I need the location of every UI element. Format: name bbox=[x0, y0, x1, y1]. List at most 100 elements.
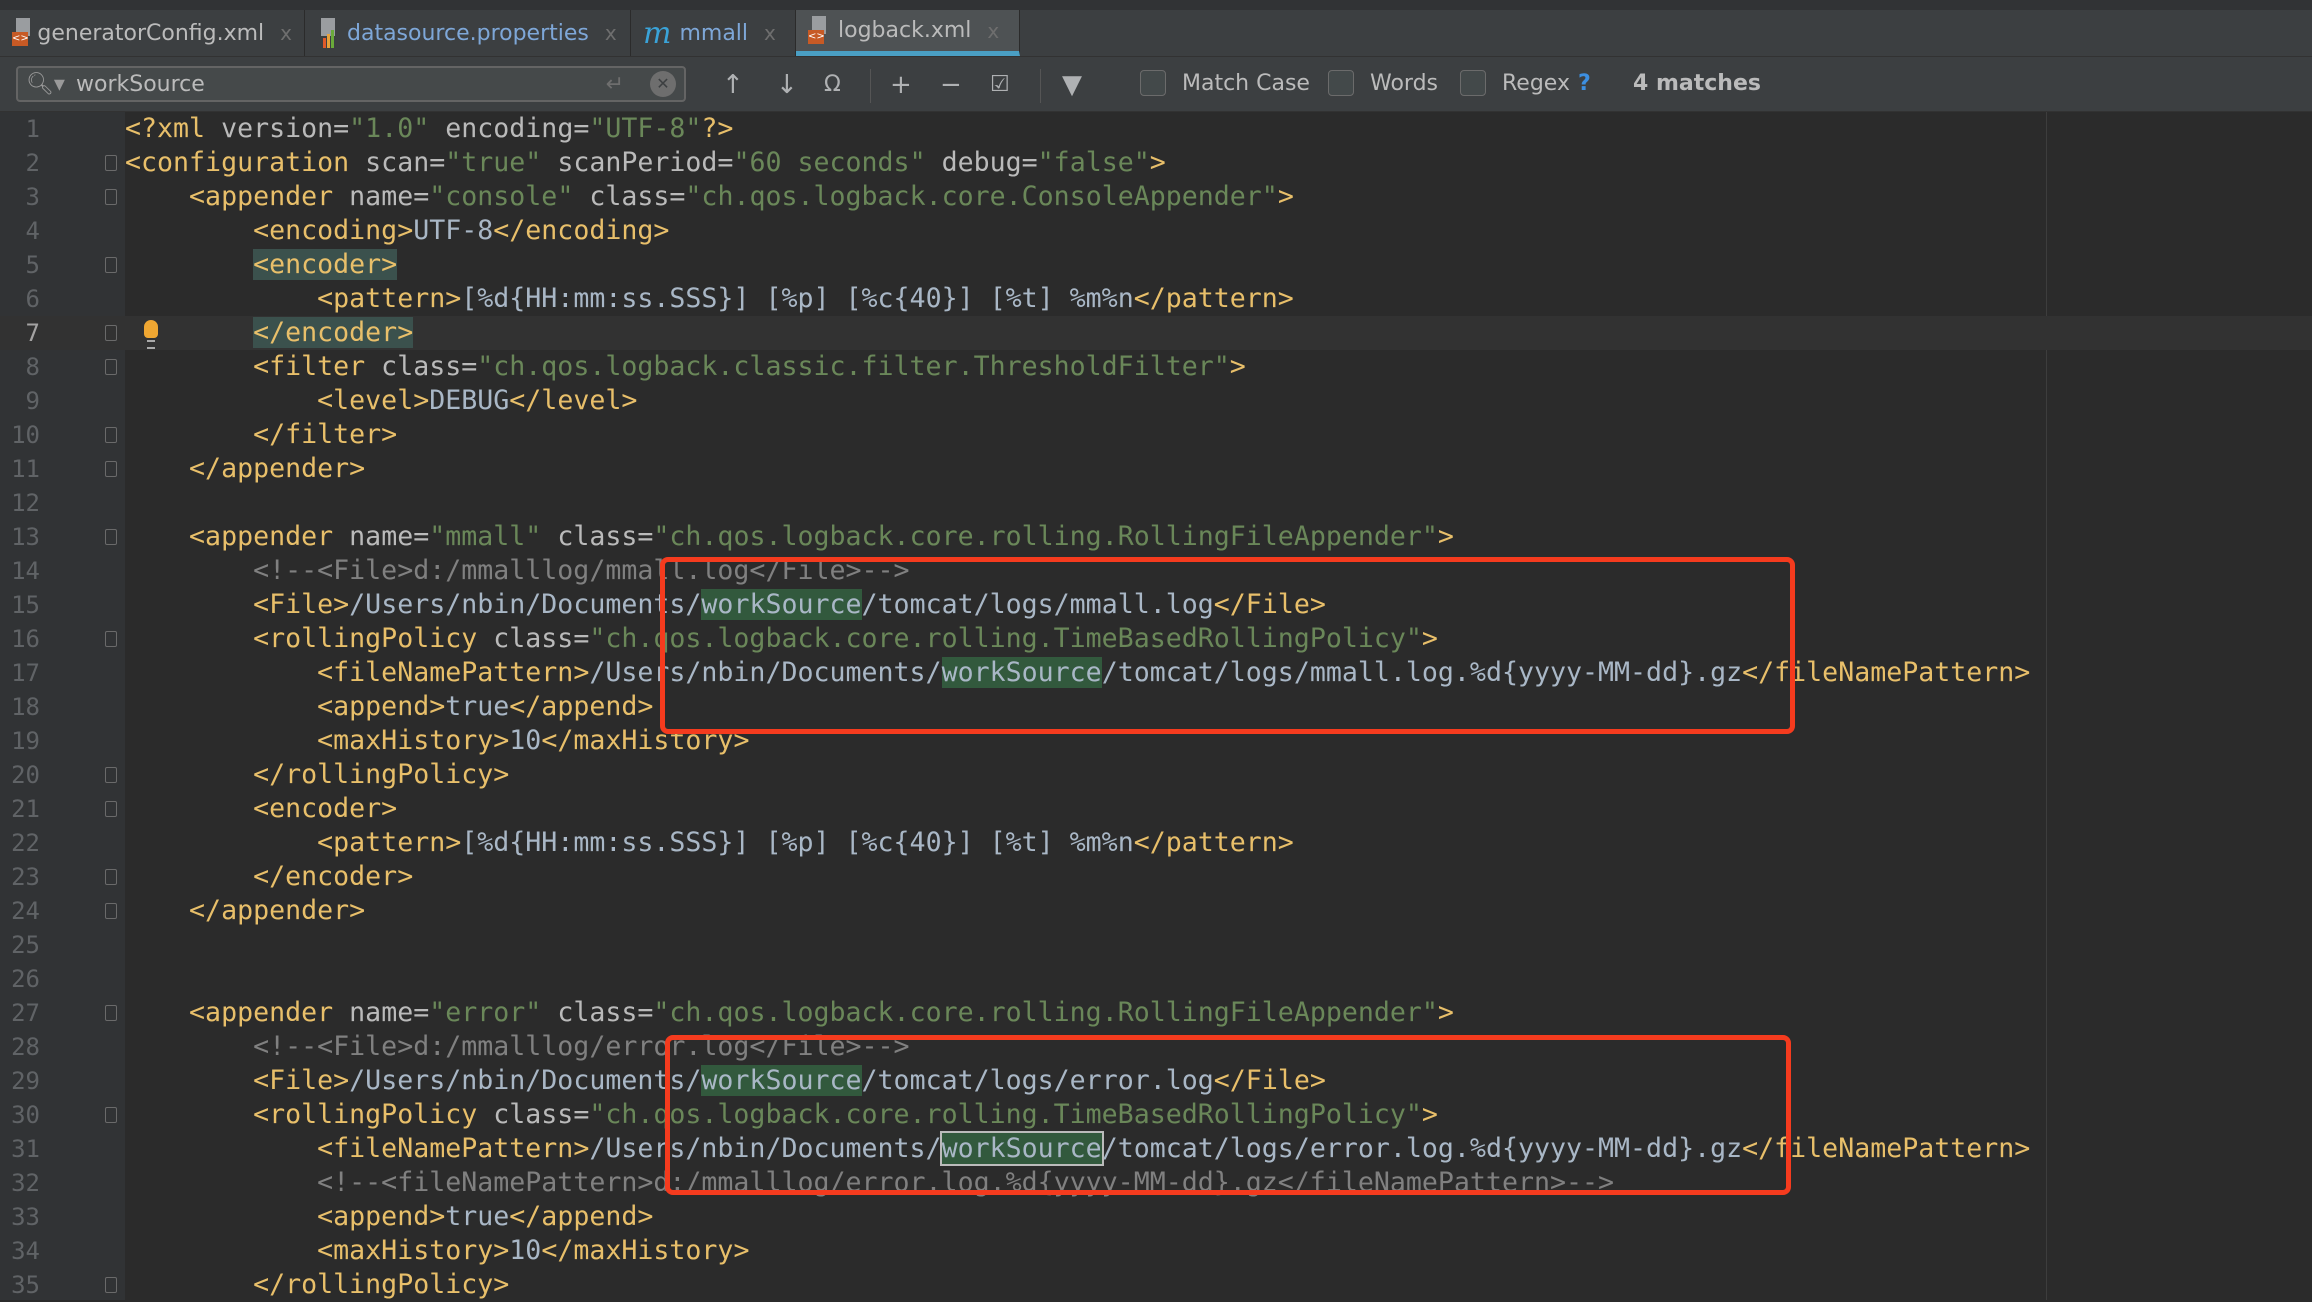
add-occurrence-icon[interactable]: + bbox=[890, 67, 912, 103]
fold-marker-icon[interactable] bbox=[105, 155, 117, 171]
code-line[interactable]: 1 <?xml version="1.0" encoding="UTF-8"?> bbox=[0, 112, 2312, 146]
fold-marker-icon[interactable] bbox=[105, 325, 117, 341]
code-line[interactable]: 13 <appender name="mmall" class="ch.qos.… bbox=[0, 520, 2312, 554]
code-line[interactable]: 9 <level>DEBUG</level> bbox=[0, 384, 2312, 418]
xml-tag: <appender bbox=[189, 181, 334, 212]
code-text: <append>true</append> bbox=[125, 690, 653, 724]
text bbox=[125, 589, 253, 620]
code-line[interactable]: 5 <encoder> bbox=[0, 248, 2312, 282]
fold-marker-icon[interactable] bbox=[105, 903, 117, 919]
code-line[interactable]: 20 </rollingPolicy> bbox=[0, 758, 2312, 792]
fold-marker-icon[interactable] bbox=[105, 801, 117, 817]
select-all-occurrences-icon[interactable]: Ω bbox=[824, 67, 841, 103]
line-number: 20 bbox=[11, 761, 40, 789]
fold-marker-icon[interactable] bbox=[105, 1277, 117, 1293]
attribute-name: class= bbox=[477, 1099, 590, 1130]
tab-label: generatorConfig.xml bbox=[37, 20, 265, 46]
tab-logback-xml[interactable]: <> logback.xml x bbox=[796, 10, 1020, 56]
remove-occurrence-icon[interactable]: − bbox=[940, 67, 962, 103]
code-line[interactable]: 25 bbox=[0, 928, 2312, 962]
close-icon[interactable]: x bbox=[987, 19, 999, 43]
fold-marker-icon[interactable] bbox=[105, 189, 117, 205]
properties-file-icon bbox=[317, 18, 339, 48]
code-line[interactable]: 35 </rollingPolicy> bbox=[0, 1268, 2312, 1302]
code-line[interactable]: 22 <pattern>[%d{HH:mm:ss.SSS}] [%p] [%c{… bbox=[0, 826, 2312, 860]
checkbox-label: Words bbox=[1370, 70, 1439, 96]
text: [%d{HH:mm:ss.SSS}] [%p] [%c{40}] [%t] %m… bbox=[461, 283, 1134, 314]
code-text: <encoder> bbox=[125, 248, 398, 282]
text bbox=[125, 1269, 253, 1300]
code-text: <appender name="mmall" class="ch.qos.log… bbox=[125, 520, 1454, 554]
tab-mmall[interactable]: m mmall x bbox=[631, 10, 796, 56]
xml-tag: </level> bbox=[509, 385, 638, 416]
newline-icon[interactable]: ↵ bbox=[606, 72, 624, 97]
code-line[interactable]: 3 <appender name="console" class="ch.qos… bbox=[0, 180, 2312, 214]
code-line[interactable]: 34 <maxHistory>10</maxHistory> bbox=[0, 1234, 2312, 1268]
code-line[interactable]: 33 <append>true</append> bbox=[0, 1200, 2312, 1234]
code-line[interactable]: 26 bbox=[0, 962, 2312, 996]
fold-marker-icon[interactable] bbox=[105, 427, 117, 443]
search-input[interactable] bbox=[74, 70, 606, 98]
fold-marker-icon[interactable] bbox=[105, 767, 117, 783]
fold-marker-icon[interactable] bbox=[105, 869, 117, 885]
fold-marker-icon[interactable] bbox=[105, 257, 117, 273]
xml-tag: <fileNamePattern> bbox=[317, 657, 590, 688]
code-line[interactable]: 11 </appender> bbox=[0, 452, 2312, 486]
annotation-box bbox=[665, 1035, 1791, 1195]
code-line[interactable]: 6 <pattern>[%d{HH:mm:ss.SSS}] [%p] [%c{4… bbox=[0, 282, 2312, 316]
tab-datasource-properties[interactable]: datasource.properties x bbox=[305, 10, 631, 56]
words-checkbox[interactable]: Words bbox=[1328, 70, 1438, 96]
code-text: <configuration scan="true" scanPeriod="6… bbox=[125, 146, 1166, 180]
fold-marker-icon[interactable] bbox=[105, 359, 117, 375]
code-line[interactable]: 8 <filter class="ch.qos.logback.classic.… bbox=[0, 350, 2312, 384]
fold-marker-icon[interactable] bbox=[105, 1005, 117, 1021]
text bbox=[125, 1065, 253, 1096]
search-history-icon[interactable]: 🔍︎▾ bbox=[26, 72, 74, 97]
checkbox-label: Match Case bbox=[1182, 70, 1310, 96]
previous-occurrence-icon[interactable]: ↑ bbox=[722, 67, 744, 103]
matched-tag: <encoder> bbox=[253, 249, 398, 280]
toggle-occurrence-icon[interactable]: ☑ bbox=[990, 67, 1010, 103]
regex-checkbox[interactable]: Regex bbox=[1460, 70, 1570, 96]
match-case-checkbox[interactable]: Match Case bbox=[1140, 70, 1310, 96]
fold-marker-icon[interactable] bbox=[105, 461, 117, 477]
close-icon[interactable]: x bbox=[764, 21, 776, 45]
close-icon[interactable]: x bbox=[280, 21, 292, 45]
xml-file-icon: <> bbox=[808, 15, 830, 46]
line-number: 27 bbox=[11, 999, 40, 1027]
regex-help-icon[interactable]: ? bbox=[1578, 71, 1591, 96]
checkbox[interactable] bbox=[1140, 70, 1166, 96]
checkbox[interactable] bbox=[1460, 70, 1486, 96]
close-icon[interactable]: x bbox=[605, 21, 617, 45]
fold-marker-icon[interactable] bbox=[105, 1107, 117, 1123]
clear-search-icon[interactable]: ✕ bbox=[650, 71, 676, 97]
tab-generatorconfig-xml[interactable]: <> generatorConfig.xml x bbox=[0, 10, 305, 56]
code-line[interactable]: 21 <encoder> bbox=[0, 792, 2312, 826]
tab-label: logback.xml bbox=[838, 18, 972, 43]
checkbox[interactable] bbox=[1328, 70, 1354, 96]
line-number: 8 bbox=[25, 353, 40, 381]
code-line[interactable]: 12 bbox=[0, 486, 2312, 520]
line-number: 23 bbox=[11, 863, 40, 891]
fold-marker-icon[interactable] bbox=[105, 631, 117, 647]
search-field[interactable]: 🔍︎▾ ↵ ✕ bbox=[16, 66, 686, 102]
text bbox=[125, 555, 253, 586]
code-line[interactable]: 7 </encoder> bbox=[0, 316, 2312, 350]
code-text: <level>DEBUG</level> bbox=[125, 384, 637, 418]
annotation-box bbox=[660, 557, 1795, 734]
code-line[interactable]: 10 </filter> bbox=[0, 418, 2312, 452]
code-line[interactable]: 4 <encoding>UTF-8</encoding> bbox=[0, 214, 2312, 248]
xml-tag: </rollingPolicy> bbox=[253, 1269, 510, 1300]
next-occurrence-icon[interactable]: ↓ bbox=[776, 67, 798, 103]
text: true bbox=[445, 1201, 510, 1232]
xml-tag: > bbox=[1229, 351, 1246, 382]
code-line[interactable]: 27 <appender name="error" class="ch.qos.… bbox=[0, 996, 2312, 1030]
code-line[interactable]: 2 <configuration scan="true" scanPeriod="… bbox=[0, 146, 2312, 180]
attribute-value: "1.0" bbox=[349, 113, 430, 144]
code-line[interactable]: 24 </appender> bbox=[0, 894, 2312, 928]
line-number: 18 bbox=[11, 693, 40, 721]
code-line[interactable]: 23 </encoder> bbox=[0, 860, 2312, 894]
text bbox=[125, 1201, 317, 1232]
filter-icon[interactable]: ▼ bbox=[1062, 67, 1082, 103]
fold-marker-icon[interactable] bbox=[105, 529, 117, 545]
